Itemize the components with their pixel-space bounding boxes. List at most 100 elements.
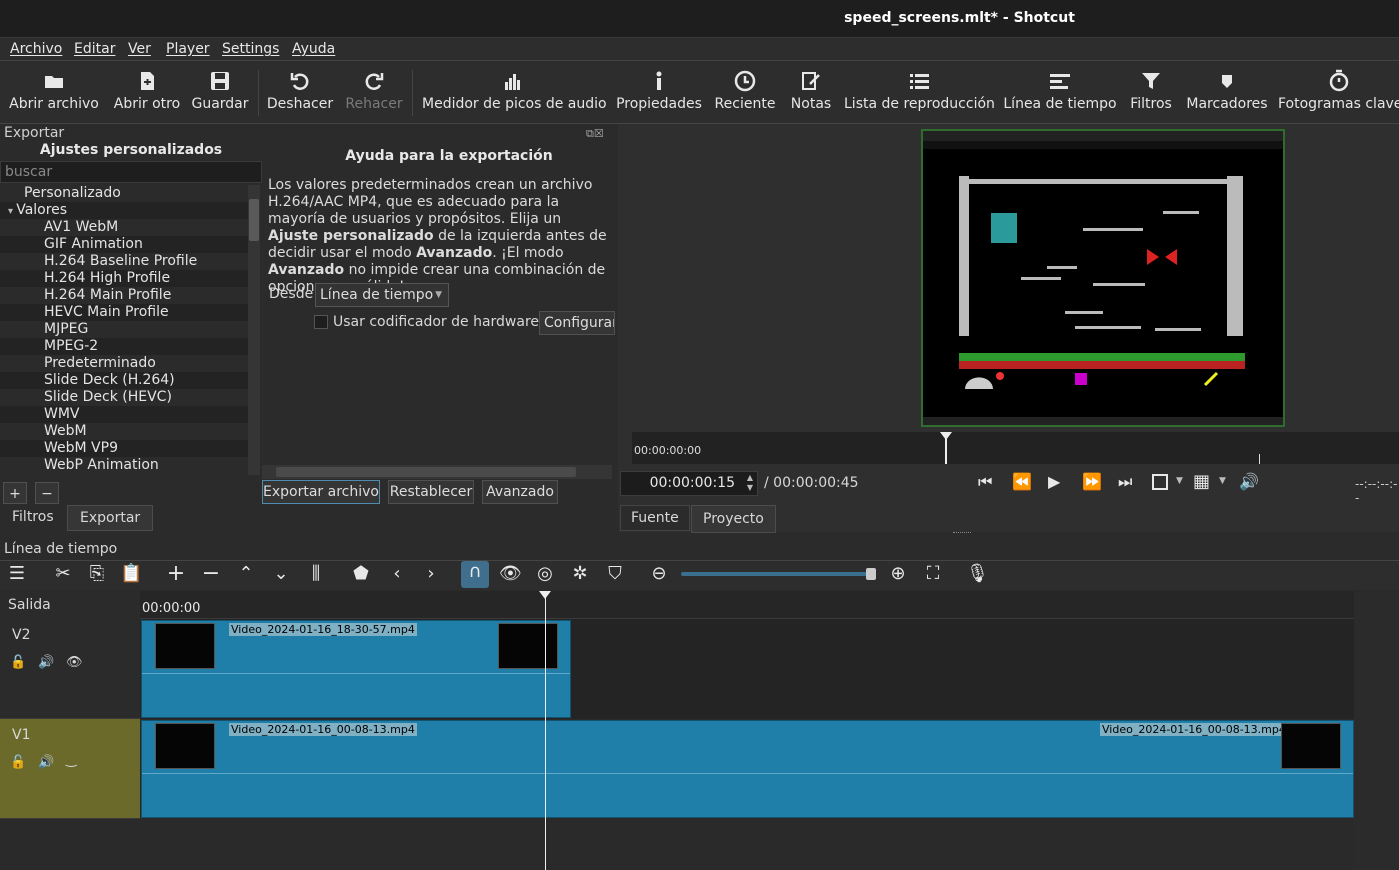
current-time-field[interactable]: 00:00:00:15 ▲ ▼ <box>620 471 758 496</box>
mute-icon[interactable]: 🔊 <box>38 755 54 770</box>
tab-fuente[interactable]: Fuente <box>620 505 690 531</box>
list-item[interactable]: WebP Animation <box>0 457 248 474</box>
rewind-icon[interactable]: ⏪ <box>1012 472 1034 494</box>
play-icon[interactable]: ▶ <box>1048 472 1068 494</box>
menu-settings[interactable]: Settings <box>222 41 279 57</box>
timeline-playhead[interactable] <box>545 591 546 870</box>
playlist-button[interactable]: Lista de reproducción <box>844 64 995 120</box>
volume-icon[interactable]: 🔊 <box>1239 472 1259 491</box>
lock-icon[interactable]: 🔓 <box>10 655 26 670</box>
tab-filtros[interactable]: Filtros <box>2 507 64 527</box>
list-item[interactable]: WebM <box>0 423 248 440</box>
timeline-menu-icon[interactable]: ☰ <box>6 563 28 585</box>
clip-v1[interactable]: Video_2024-01-16_00-08-13.mp4 Video_2024… <box>141 720 1354 818</box>
video-preview[interactable] <box>921 129 1285 427</box>
configure-button[interactable]: Configurar <box>539 311 615 335</box>
overwrite-icon[interactable]: ⌄ <box>270 563 292 585</box>
marker-icon[interactable]: ⬟ <box>350 563 372 585</box>
timeline-button[interactable]: Línea de tiempo <box>1002 64 1118 120</box>
list-item[interactable]: HEVC Main Profile <box>0 304 248 321</box>
preset-search-input[interactable]: buscar <box>0 161 262 183</box>
lift-icon[interactable]: ⌃ <box>235 563 257 585</box>
from-select[interactable]: Línea de tiempo ▼ <box>315 283 449 307</box>
snap-icon[interactable]: ∩ <box>461 561 489 588</box>
keyframes-button[interactable]: Fotogramas clave <box>1278 64 1399 120</box>
reset-button[interactable]: Restablecer <box>388 480 474 504</box>
ripple-icon[interactable]: ◎ <box>534 563 556 585</box>
menu-editar[interactable]: Editar <box>74 41 115 57</box>
menu-player[interactable]: Player <box>166 41 210 57</box>
open-other-button[interactable]: Abrir otro <box>110 64 184 120</box>
zoom-slider[interactable] <box>681 572 869 576</box>
remove-icon[interactable]: − <box>200 563 222 585</box>
timeline-ruler[interactable]: 00:00:00 <box>140 591 1354 619</box>
tab-exportar[interactable]: Exportar <box>67 505 154 531</box>
skip-end-icon[interactable]: ⏭ <box>1118 472 1138 494</box>
lock-icon[interactable]: 🔓 <box>10 755 26 770</box>
remove-preset-button[interactable]: − <box>35 482 59 504</box>
track-header-v2[interactable]: V2 🔓 🔊 👁 <box>0 619 140 719</box>
add-preset-button[interactable]: + <box>3 482 27 504</box>
list-item[interactable]: H.264 High Profile <box>0 270 248 287</box>
zoom-fit-icon[interactable]: ⛶ <box>922 563 944 585</box>
list-item[interactable]: GIF Animation <box>0 236 248 253</box>
chevron-down-icon[interactable]: ▼ <box>1176 476 1183 486</box>
list-item[interactable]: Personalizado <box>0 185 248 202</box>
menu-ayuda[interactable]: Ayuda <box>292 41 335 57</box>
paste-icon[interactable]: 📋 <box>120 563 142 585</box>
cut-icon[interactable]: ✂ <box>52 563 74 585</box>
ripple-markers-icon[interactable]: ⛉ <box>604 563 626 585</box>
save-button[interactable]: Guardar <box>190 64 250 120</box>
list-item[interactable]: MJPEG <box>0 321 248 338</box>
prev-marker-icon[interactable]: ‹ <box>386 563 408 585</box>
mute-icon[interactable]: 🔊 <box>38 655 54 670</box>
fast-forward-icon[interactable]: ⏩ <box>1082 472 1104 494</box>
tab-proyecto[interactable]: Proyecto <box>691 505 776 533</box>
redo-button[interactable]: Rehacer <box>344 64 404 120</box>
audio-meter-button[interactable]: Medidor de picos de audio <box>422 64 607 120</box>
list-item[interactable]: AV1 WebM <box>0 219 248 236</box>
zoom-in-icon[interactable]: ⊕ <box>887 563 909 585</box>
track-header-v1[interactable]: V1 🔓 🔊 ‿ <box>0 719 140 819</box>
next-marker-icon[interactable]: › <box>420 563 442 585</box>
grid-icon[interactable]: ▦ <box>1193 471 1210 492</box>
open-file-button[interactable]: Abrir archivo <box>8 64 100 120</box>
splitter-handle[interactable] <box>953 532 971 535</box>
append-icon[interactable]: + <box>165 563 187 585</box>
zoom-out-icon[interactable]: ⊖ <box>648 563 670 585</box>
properties-button[interactable]: Propiedades <box>614 64 704 120</box>
zoom-fit-icon[interactable] <box>1152 474 1168 490</box>
list-item[interactable]: H.264 Main Profile <box>0 287 248 304</box>
preset-list-scroll-thumb[interactable] <box>249 199 259 241</box>
zoom-slider-handle[interactable] <box>866 568 876 580</box>
hw-encoder-checkbox[interactable] <box>314 315 328 329</box>
list-item[interactable]: Predeterminado <box>0 355 248 372</box>
skip-start-icon[interactable]: ⏮ <box>978 472 998 494</box>
scrub-icon[interactable]: 👁 <box>499 563 522 585</box>
advanced-button[interactable]: Avanzado <box>482 480 558 504</box>
menu-archivo[interactable]: Archivo <box>10 41 62 57</box>
undo-button[interactable]: Deshacer <box>266 64 334 120</box>
hidden-eye-icon[interactable]: ‿ <box>66 753 76 768</box>
split-icon[interactable]: ⫼ <box>305 563 327 585</box>
record-audio-icon[interactable]: 🎙 <box>966 563 989 585</box>
markers-button[interactable]: Marcadores <box>1184 64 1270 120</box>
list-item-group[interactable]: ▾ Valores <box>0 202 248 219</box>
ripple-all-icon[interactable]: ✲ <box>569 563 591 585</box>
filters-button[interactable]: Filtros <box>1126 64 1176 120</box>
list-item[interactable]: MPEG-2 <box>0 338 248 355</box>
list-item[interactable]: Slide Deck (H.264) <box>0 372 248 389</box>
panel-float-close-icon[interactable]: ⧉☒ <box>586 127 604 141</box>
export-file-button[interactable]: Exportar archivo <box>262 480 380 504</box>
notes-button[interactable]: Notas <box>786 64 836 120</box>
spinbox-arrows-icon[interactable]: ▲ ▼ <box>747 473 753 493</box>
list-item[interactable]: WMV <box>0 406 248 423</box>
chevron-down-icon[interactable]: ▼ <box>1219 476 1226 486</box>
menu-ver[interactable]: Ver <box>128 41 151 57</box>
clip-v2[interactable]: Video_2024-01-16_18-30-57.mp4 <box>141 620 571 718</box>
player-ruler[interactable]: 00:00:00:00 <box>632 432 1399 464</box>
list-item[interactable]: H.264 Baseline Profile <box>0 253 248 270</box>
list-item[interactable]: Slide Deck (HEVC) <box>0 389 248 406</box>
help-hscroll-thumb[interactable] <box>276 467 576 477</box>
list-item[interactable]: WebM VP9 <box>0 440 248 457</box>
